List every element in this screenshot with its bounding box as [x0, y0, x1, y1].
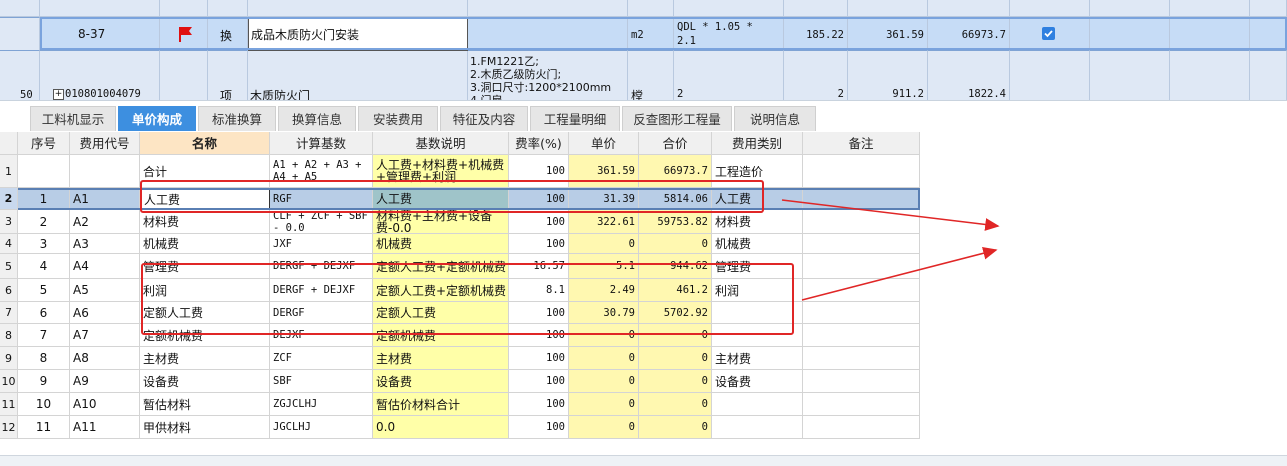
arrow-icon — [801, 246, 998, 301]
status-bar — [0, 455, 1287, 466]
annotation-arrows — [781, 199, 1000, 301]
arrow-icon — [781, 199, 1000, 231]
